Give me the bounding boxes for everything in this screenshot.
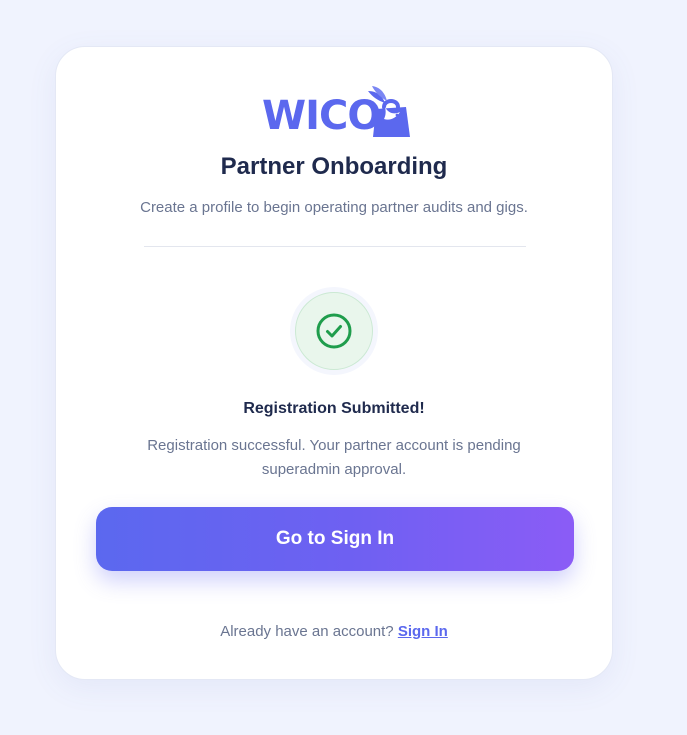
onboarding-card: WICO Partner Onboarding Create a profile… (55, 46, 613, 680)
signin-prompt-text: Already have an account? (220, 623, 394, 640)
success-badge (295, 292, 373, 370)
check-circle-icon (316, 313, 352, 349)
signin-prompt-row: Already have an account? Sign In (56, 623, 612, 640)
success-message: Registration successful. Your partner ac… (147, 437, 521, 478)
brand-logo: WICO (262, 85, 412, 139)
sign-in-link[interactable]: Sign In (398, 623, 448, 640)
page-title: Partner Onboarding (220, 153, 448, 180)
brand-wordmark: WICO (262, 93, 381, 139)
divider (144, 246, 526, 247)
page-subtitle: Create a profile to begin operating part… (140, 199, 528, 216)
shopping-bag-bird-icon (366, 85, 414, 139)
success-title: Registration Submitted! (243, 400, 425, 417)
go-to-sign-in-button[interactable]: Go to Sign In (96, 507, 574, 571)
